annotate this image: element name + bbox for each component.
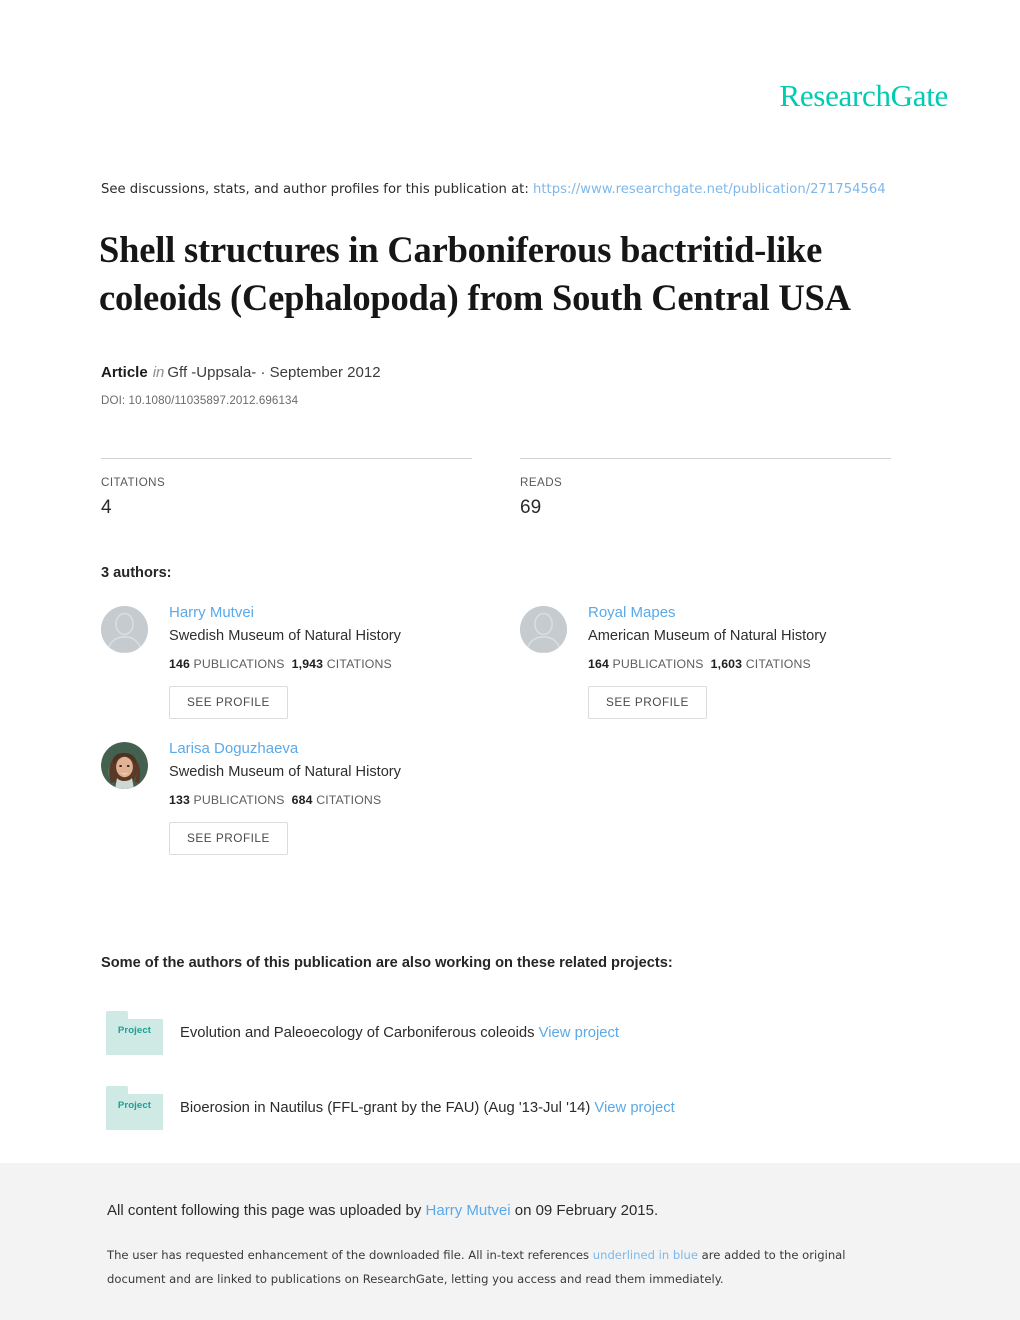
project-title: Evolution and Paleoecology of Carbonifer… bbox=[180, 1025, 619, 1041]
footer-note-highlight: underlined in blue bbox=[592, 1248, 698, 1262]
project-row: Project Evolution and Paleoecology of Ca… bbox=[106, 1010, 896, 1056]
footer-note: The user has requested enhancement of th… bbox=[107, 1243, 907, 1291]
project-folder-icon: Project bbox=[106, 1086, 163, 1130]
author-stats: 164 PUBLICATIONS 1,603 CITATIONS bbox=[588, 657, 826, 671]
project-title-text: Bioerosion in Nautilus (FFL-grant by the… bbox=[180, 1100, 591, 1116]
project-title-text: Evolution and Paleoecology of Carbonifer… bbox=[180, 1025, 535, 1041]
project-folder-label: Project bbox=[117, 1100, 152, 1111]
footer-note-part1: The user has requested enhancement of th… bbox=[107, 1248, 593, 1262]
authors-heading: 3 authors: bbox=[101, 565, 172, 581]
citations-word: CITATIONS bbox=[326, 657, 392, 671]
author-info: Larisa Doguzhaeva Swedish Museum of Natu… bbox=[169, 738, 401, 855]
article-meta: Article in Gff -Uppsala- · September 2012 bbox=[101, 364, 381, 381]
uploader-link[interactable]: Harry Mutvei bbox=[426, 1202, 511, 1219]
article-doi: DOI: 10.1080/11035897.2012.696134 bbox=[101, 394, 299, 407]
author-citations-count: 1,603 bbox=[710, 657, 743, 671]
project-title: Bioerosion in Nautilus (FFL-grant by the… bbox=[180, 1100, 675, 1116]
project-folder-icon: Project bbox=[106, 1011, 163, 1055]
divider bbox=[520, 458, 891, 459]
stats-row: CITATIONS 4 READS 69 bbox=[101, 458, 891, 519]
author-row: Harry Mutvei Swedish Museum of Natural H… bbox=[101, 602, 891, 719]
article-type-label: Article bbox=[101, 364, 148, 381]
page-title: Shell structures in Carboniferous bactri… bbox=[99, 229, 851, 318]
author-info: Royal Mapes American Museum of Natural H… bbox=[588, 602, 826, 719]
view-project-link[interactable]: View project bbox=[594, 1100, 674, 1116]
author-stats: 133 PUBLICATIONS 684 CITATIONS bbox=[169, 793, 401, 807]
see-profile-button[interactable]: SEE PROFILE bbox=[169, 821, 288, 855]
discussion-line: See discussions, stats, and author profi… bbox=[101, 182, 886, 197]
author-card: Harry Mutvei Swedish Museum of Natural H… bbox=[101, 602, 520, 719]
author-stats: 146 PUBLICATIONS 1,943 CITATIONS bbox=[169, 657, 401, 671]
author-publications-count: 133 bbox=[169, 792, 190, 807]
see-profile-button[interactable]: SEE PROFILE bbox=[169, 686, 288, 719]
stat-label: READS bbox=[520, 476, 563, 489]
researchgate-logo: ResearchGate bbox=[779, 78, 948, 113]
author-affiliation: Swedish Museum of Natural History bbox=[169, 763, 401, 780]
photo-avatar bbox=[101, 741, 148, 789]
upload-suffix: on 09 February 2015. bbox=[510, 1202, 659, 1219]
footer-band bbox=[0, 1163, 1020, 1320]
author-card: Royal Mapes American Museum of Natural H… bbox=[520, 602, 891, 719]
view-project-link[interactable]: View project bbox=[539, 1025, 619, 1041]
stat-reads: READS 69 bbox=[520, 458, 891, 519]
stat-value: 4 bbox=[101, 497, 112, 518]
author-row: Larisa Doguzhaeva Swedish Museum of Natu… bbox=[101, 738, 891, 855]
authors-grid: Harry Mutvei Swedish Museum of Natural H… bbox=[101, 602, 891, 855]
publication-url-link[interactable]: https://www.researchgate.net/publication… bbox=[533, 182, 886, 197]
projects-heading: Some of the authors of this publication … bbox=[101, 955, 673, 971]
publications-word: PUBLICATIONS bbox=[193, 792, 285, 807]
stat-citations: CITATIONS 4 bbox=[101, 458, 472, 519]
citations-word: CITATIONS bbox=[745, 657, 811, 671]
upload-info: All content following this page was uplo… bbox=[107, 1202, 658, 1219]
author-citations-count: 684 bbox=[291, 792, 313, 807]
article-in-word: in bbox=[152, 364, 165, 381]
publications-word: PUBLICATIONS bbox=[612, 657, 704, 671]
author-name-link[interactable]: Larisa Doguzhaeva bbox=[169, 739, 401, 758]
project-folder-label: Project bbox=[117, 1025, 152, 1036]
placeholder-avatar-icon bbox=[101, 606, 148, 653]
citations-word: CITATIONS bbox=[316, 792, 382, 807]
author-citations-count: 1,943 bbox=[291, 657, 324, 671]
discussion-prefix: See discussions, stats, and author profi… bbox=[101, 182, 533, 197]
placeholder-avatar-icon bbox=[520, 606, 567, 653]
author-publications-count: 164 bbox=[588, 657, 609, 671]
divider bbox=[101, 458, 472, 459]
author-card: Larisa Doguzhaeva Swedish Museum of Natu… bbox=[101, 738, 520, 855]
article-venue: Gff -Uppsala- · September 2012 bbox=[167, 364, 381, 381]
projects-list: Project Evolution and Paleoecology of Ca… bbox=[106, 1010, 896, 1131]
project-row: Project Bioerosion in Nautilus (FFL-gran… bbox=[106, 1085, 896, 1131]
author-affiliation: American Museum of Natural History bbox=[588, 628, 827, 644]
author-affiliation: Swedish Museum of Natural History bbox=[169, 628, 401, 644]
see-profile-button[interactable]: SEE PROFILE bbox=[588, 686, 707, 719]
stat-value: 69 bbox=[520, 497, 542, 518]
author-name-link[interactable]: Harry Mutvei bbox=[169, 603, 401, 622]
stat-label: CITATIONS bbox=[101, 476, 166, 489]
upload-prefix: All content following this page was uplo… bbox=[107, 1202, 426, 1219]
author-info: Harry Mutvei Swedish Museum of Natural H… bbox=[169, 602, 401, 719]
publications-word: PUBLICATIONS bbox=[193, 657, 285, 671]
author-publications-count: 146 bbox=[169, 657, 190, 671]
author-name-link[interactable]: Royal Mapes bbox=[588, 603, 826, 622]
